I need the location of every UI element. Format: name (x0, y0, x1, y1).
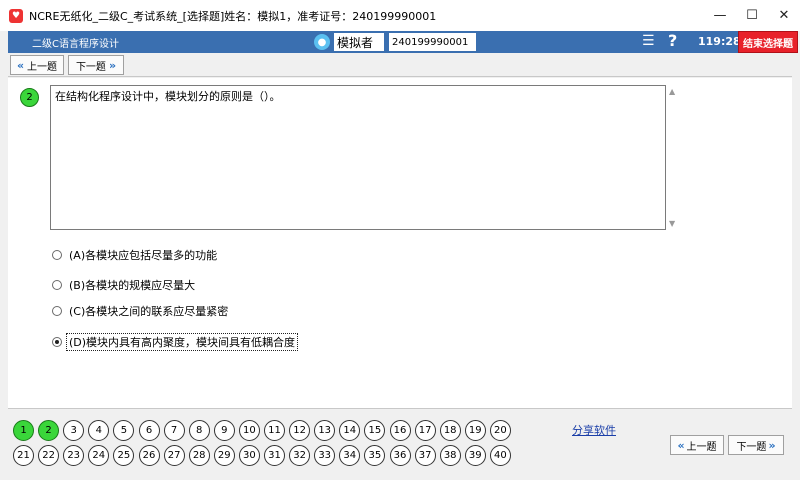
option-b[interactable]: (B)各模块的规模应尽量大 (52, 277, 197, 293)
question-number-button[interactable]: 28 (188, 445, 210, 466)
question-number-grid: 1 2 3 4 5 6 7 8 9 10 11 12 13 14 15 16 17 18 19 20 21 22 23 24 2… (13, 420, 533, 468)
scroll-down-icon[interactable]: ▼ (669, 219, 675, 228)
question-toolbar: « 上一题 下一题 » (8, 53, 792, 77)
help-icon[interactable]: ? (668, 31, 677, 50)
question-number-button[interactable]: 30 (238, 445, 260, 466)
exam-header: 二级C语言程序设计 ● 模拟者 240199990001 ☰ ? 119:28 … (8, 31, 798, 53)
question-number-button[interactable]: 39 (464, 445, 486, 466)
bottom-prev-label: 上一题 (686, 441, 717, 453)
user-icon: ● (314, 34, 330, 50)
answer-sheet-panel: 1 2 3 4 5 6 7 8 9 10 11 12 13 14 15 16 17 18 19 20 21 22 23 24 2… (8, 408, 792, 480)
option-d[interactable]: (D)模块内具有高内聚度，模块间具有低耦合度 (52, 333, 299, 351)
question-number-button[interactable]: 16 (389, 420, 411, 441)
question-number-button[interactable]: 31 (264, 445, 285, 466)
option-a[interactable]: (A)各模块应包括尽量多的功能 (52, 247, 219, 263)
question-number-button[interactable]: 17 (414, 420, 436, 441)
option-c-label: (C)各模块之间的联系应尽量紧密 (69, 305, 229, 318)
bottom-prev-button[interactable]: « 上一题 (670, 435, 724, 455)
question-list-icon[interactable]: ☰ (642, 33, 655, 49)
question-panel: 2 在结构化程序设计中，模块划分的原则是（）。 ▲ ▼ (A)各模块应包括尽量多… (8, 78, 792, 408)
question-number-button[interactable]: 35 (364, 445, 386, 466)
share-software-link[interactable]: 分享软件 (572, 422, 616, 438)
question-number-badge: 2 (20, 88, 39, 107)
question-number-button[interactable]: 27 (163, 445, 185, 466)
option-a-radio[interactable] (52, 250, 62, 260)
question-number-button[interactable]: 10 (238, 420, 260, 441)
exam-id-field: 240199990001 (389, 33, 476, 51)
user-name-field: 模拟者 (334, 33, 384, 51)
question-number-button[interactable]: 12 (289, 420, 311, 441)
question-number-button[interactable]: 1 (13, 420, 34, 441)
question-scrollbar[interactable]: ▲ ▼ (668, 85, 680, 230)
question-number-button[interactable]: 5 (113, 420, 135, 441)
question-number-button[interactable]: 40 (489, 445, 511, 466)
question-text: 在结构化程序设计中，模块划分的原则是（）。 (55, 90, 281, 103)
prev-question-button[interactable]: « 上一题 (10, 55, 64, 75)
option-d-radio[interactable] (52, 337, 62, 347)
question-number-button[interactable]: 13 (314, 420, 336, 441)
maximize-button[interactable]: ☐ (736, 0, 768, 31)
question-number-button[interactable]: 20 (489, 420, 511, 441)
question-number-button[interactable]: 36 (389, 445, 411, 466)
window-title: NCRE无纸化_二级C_考试系统_[选择题]姓名：模拟1，准考证号：240199… (29, 9, 437, 23)
question-text-box[interactable]: 在结构化程序设计中，模块划分的原则是（）。 (50, 85, 666, 230)
countdown-timer: 119:28 (698, 35, 741, 48)
question-number-button[interactable]: 15 (364, 420, 386, 441)
next-question-button[interactable]: 下一题 » (68, 55, 124, 75)
subject-label: 二级C语言程序设计 (32, 38, 119, 50)
option-a-label: (A)各模块应包括尽量多的功能 (69, 249, 218, 262)
question-number-button[interactable]: 8 (188, 420, 210, 441)
double-chevron-right-icon: » (768, 438, 776, 452)
question-number-button[interactable]: 26 (138, 445, 160, 466)
option-b-label: (B)各模块的规模应尽量大 (69, 279, 196, 292)
question-number-button[interactable]: 32 (289, 445, 311, 466)
question-number-button[interactable]: 7 (163, 420, 185, 441)
question-number-button[interactable]: 33 (314, 445, 336, 466)
app-icon: ♥ (9, 8, 23, 23)
option-c-radio[interactable] (52, 306, 62, 316)
minimize-button[interactable]: — (704, 0, 736, 31)
question-number-button[interactable]: 9 (213, 420, 235, 441)
question-number-button[interactable]: 22 (38, 445, 60, 466)
option-d-label: (D)模块内具有高内聚度，模块间具有低耦合度 (65, 333, 299, 351)
end-choice-button[interactable]: 结束选择题 (738, 31, 798, 53)
window-controls: — ☐ ✕ (704, 0, 800, 31)
scroll-up-icon[interactable]: ▲ (669, 87, 675, 96)
question-number-button[interactable]: 24 (88, 445, 110, 466)
question-number-button[interactable]: 3 (63, 420, 85, 441)
question-number-button[interactable]: 4 (88, 420, 110, 441)
close-button[interactable]: ✕ (768, 0, 800, 31)
option-c[interactable]: (C)各模块之间的联系应尽量紧密 (52, 303, 230, 319)
option-b-radio[interactable] (52, 280, 62, 290)
question-number-button[interactable]: 25 (113, 445, 135, 466)
next-question-label: 下一题 (75, 61, 106, 73)
question-number-button[interactable]: 34 (339, 445, 361, 466)
question-number-button[interactable]: 23 (63, 445, 85, 466)
bottom-next-button[interactable]: 下一题 » (728, 435, 784, 455)
question-number-button[interactable]: 37 (414, 445, 436, 466)
question-number-button[interactable]: 11 (264, 420, 285, 441)
question-number-button[interactable]: 2 (38, 420, 60, 441)
question-number-button[interactable]: 38 (439, 445, 461, 466)
double-chevron-right-icon: » (108, 58, 117, 72)
question-number-button[interactable]: 6 (138, 420, 160, 441)
question-number-button[interactable]: 19 (464, 420, 486, 441)
question-number-button[interactable]: 18 (439, 420, 461, 441)
double-chevron-left-icon: « (16, 58, 25, 72)
window-titlebar: ♥ NCRE无纸化_二级C_考试系统_[选择题]姓名：模拟1，准考证号：2401… (0, 0, 800, 31)
question-number-button[interactable]: 29 (213, 445, 235, 466)
question-number-button[interactable]: 14 (339, 420, 361, 441)
bottom-next-label: 下一题 (736, 441, 767, 453)
double-chevron-left-icon: « (677, 438, 685, 452)
question-number-button[interactable]: 21 (13, 445, 34, 466)
prev-question-label: 上一题 (27, 61, 58, 73)
